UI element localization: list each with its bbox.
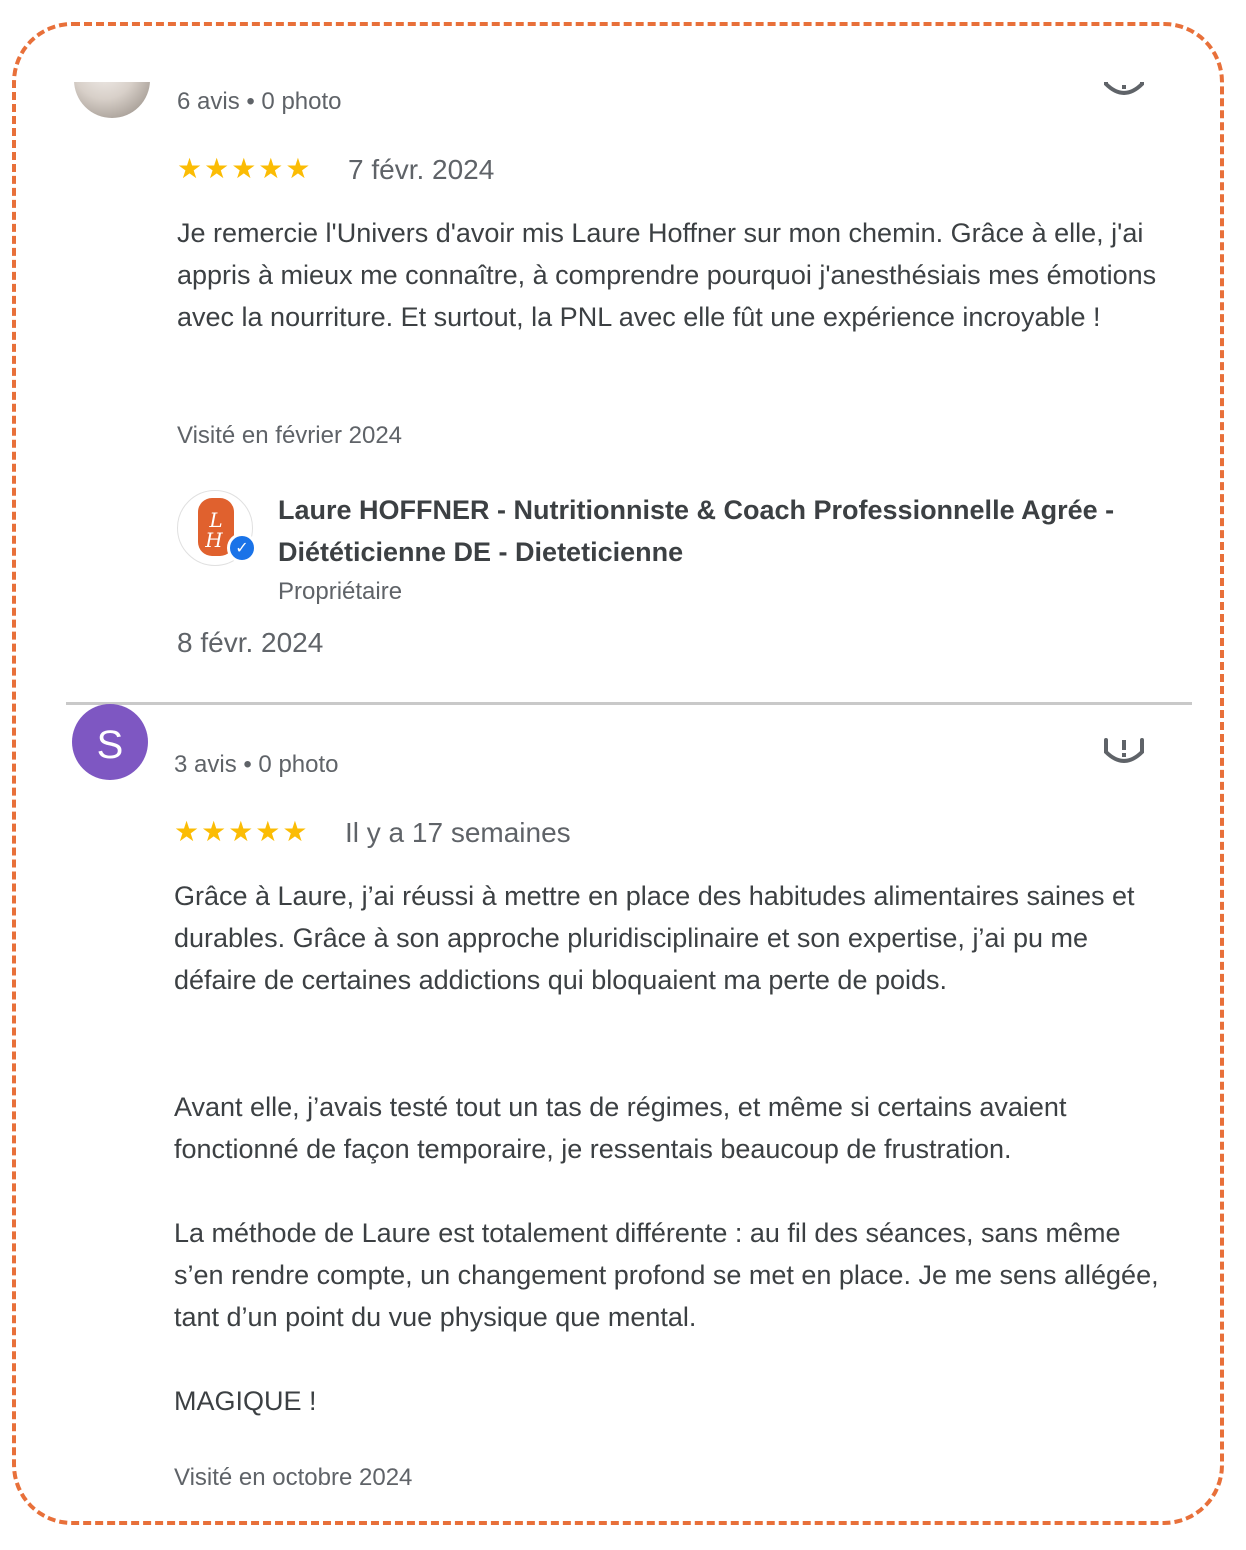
review-text: Je remercie l'Univers d'avoir mis Laure … [177,218,1157,332]
svg-text:H: H [204,528,223,552]
rating-stars: ★★★★★ [174,816,310,847]
verified-check-icon: ✓ [227,533,257,563]
reply-date: 8 févr. 2024 [177,627,324,658]
review-paragraph: Grâce à Laure, j’ai réussi à mettre en p… [174,881,1135,995]
report-icon[interactable] [1102,736,1146,770]
review-date: 7 févr. 2024 [348,154,495,185]
owner-name[interactable]: Laure HOFFNER - Nutritionniste & Coach P… [278,489,1178,573]
report-icon[interactable] [1102,82,1146,102]
rating-stars: ★★★★★ [177,153,313,184]
review-paragraph: MAGIQUE ! [174,1386,317,1416]
review-divider [66,702,1192,705]
reviewer-stats[interactable]: 6 avis • 0 photo [177,88,342,116]
visited-date: Visité en février 2024 [177,422,403,449]
visited-date: Visité en octobre 2024 [174,1464,413,1491]
reviewer-avatar[interactable] [74,82,150,118]
review-paragraph: La méthode de Laure est totalement diffé… [174,1218,1159,1332]
review-date: Il y a 17 semaines [345,817,571,848]
reviews-panel: 6 avis • 0 photo ★★★★★ 7 févr. 2024 Je r… [16,82,1221,1504]
avatar-letter: S [96,723,124,767]
reviewer-avatar[interactable]: S [72,704,148,780]
owner-role: Propriétaire [278,578,403,605]
reviewer-stats[interactable]: 3 avis • 0 photo [174,751,339,779]
review-paragraph: Avant elle, j’avais testé tout un tas de… [174,1092,1067,1164]
